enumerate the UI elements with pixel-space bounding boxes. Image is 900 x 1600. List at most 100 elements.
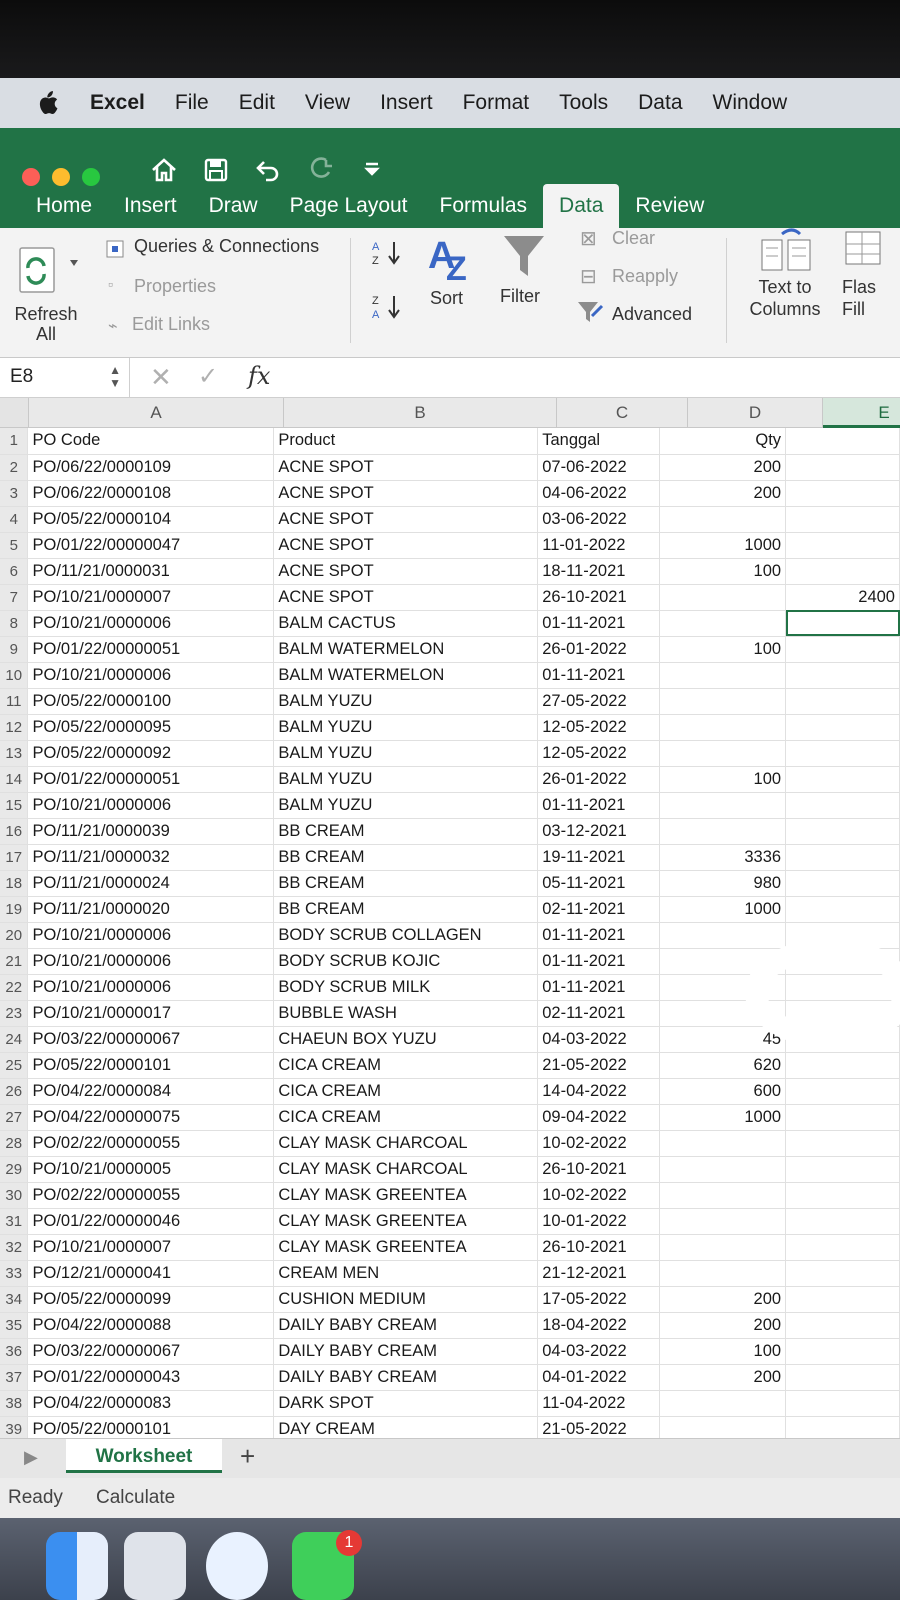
row-header[interactable]: 16 bbox=[0, 818, 29, 845]
cell-po-code[interactable]: PO/04/22/0000088 bbox=[27, 1312, 275, 1339]
cell-tanggal[interactable]: 26-10-2021 bbox=[537, 1156, 661, 1183]
cell-e[interactable] bbox=[785, 844, 900, 871]
row-header[interactable]: 28 bbox=[0, 1130, 29, 1157]
cell-po-code[interactable]: PO/10/21/0000007 bbox=[27, 584, 275, 611]
cell-tanggal[interactable]: 18-11-2021 bbox=[537, 558, 661, 585]
cell-tanggal[interactable]: 26-10-2021 bbox=[537, 584, 661, 611]
cell-product[interactable]: BB CREAM bbox=[273, 870, 539, 897]
row-header[interactable]: 27 bbox=[0, 1104, 29, 1131]
advanced-button[interactable]: Advanced bbox=[612, 304, 692, 325]
cell-product[interactable]: DAILY BABY CREAM bbox=[273, 1312, 539, 1339]
cell-po-code[interactable]: PO/03/22/00000067 bbox=[27, 1026, 275, 1053]
cell-product[interactable]: BB CREAM bbox=[273, 818, 539, 845]
cell-po-code[interactable]: PO Code bbox=[27, 428, 275, 455]
cell-po-code[interactable]: PO/05/22/0000100 bbox=[27, 688, 275, 715]
cell-tanggal[interactable]: 12-05-2022 bbox=[537, 740, 661, 767]
sort-ascending-icon[interactable]: AZ bbox=[370, 236, 406, 272]
cell-tanggal[interactable]: 21-05-2022 bbox=[537, 1052, 661, 1079]
cell-qty[interactable]: 980 bbox=[659, 870, 787, 897]
cell-product[interactable]: BB CREAM bbox=[273, 896, 539, 923]
tab-formulas[interactable]: Formulas bbox=[424, 184, 544, 228]
row-header[interactable]: 5 bbox=[0, 532, 29, 559]
cell-product[interactable]: DARK SPOT bbox=[273, 1390, 539, 1417]
row-header[interactable]: 14 bbox=[0, 766, 29, 793]
row-header[interactable]: 29 bbox=[0, 1156, 29, 1183]
column-header-c[interactable]: C bbox=[557, 398, 688, 428]
cell-qty[interactable] bbox=[659, 1234, 787, 1261]
text-to-columns-button[interactable]: Text to Columns bbox=[744, 276, 826, 320]
cell-product[interactable]: ACNE SPOT bbox=[273, 532, 539, 559]
cell-e[interactable] bbox=[785, 792, 900, 819]
cell-product[interactable]: BALM YUZU bbox=[273, 766, 539, 793]
row-header[interactable]: 36 bbox=[0, 1338, 29, 1365]
cell-e[interactable] bbox=[785, 532, 900, 559]
cell-tanggal[interactable]: 01-11-2021 bbox=[537, 610, 661, 637]
cell-tanggal[interactable]: 01-11-2021 bbox=[537, 922, 661, 949]
sort-descending-icon[interactable]: ZA bbox=[370, 290, 406, 326]
row-header[interactable]: 17 bbox=[0, 844, 29, 871]
cell-qty[interactable]: 200 bbox=[659, 480, 787, 507]
cell-tanggal[interactable]: 21-12-2021 bbox=[537, 1260, 661, 1287]
cell-po-code[interactable]: PO/10/21/0000006 bbox=[27, 792, 275, 819]
cell-e[interactable] bbox=[785, 1286, 900, 1313]
tab-insert[interactable]: Insert bbox=[108, 184, 193, 228]
cell-product[interactable]: CICA CREAM bbox=[273, 1052, 539, 1079]
cell-e[interactable] bbox=[785, 1078, 900, 1105]
cell-qty[interactable] bbox=[659, 1208, 787, 1235]
cell-product[interactable]: CUSHION MEDIUM bbox=[273, 1286, 539, 1313]
clear-button[interactable]: Clear bbox=[612, 228, 655, 249]
cell-e[interactable] bbox=[785, 1208, 900, 1235]
cell-po-code[interactable]: PO/05/22/0000101 bbox=[27, 1052, 275, 1079]
row-header[interactable]: 7 bbox=[0, 584, 29, 611]
cell-qty[interactable]: 200 bbox=[659, 1364, 787, 1391]
cell-product[interactable]: CICA CREAM bbox=[273, 1104, 539, 1131]
cell-qty[interactable]: 200 bbox=[659, 1312, 787, 1339]
apple-icon[interactable] bbox=[34, 90, 60, 116]
row-header[interactable]: 18 bbox=[0, 870, 29, 897]
cell-qty[interactable]: 100 bbox=[659, 766, 787, 793]
row-header[interactable]: 1 bbox=[0, 428, 29, 455]
tab-page-layout[interactable]: Page Layout bbox=[274, 184, 424, 228]
cell-product[interactable]: DAILY BABY CREAM bbox=[273, 1338, 539, 1365]
cell-e[interactable] bbox=[785, 1130, 900, 1157]
cell-qty[interactable]: 1000 bbox=[659, 1104, 787, 1131]
sheet-tab-worksheet[interactable]: Worksheet bbox=[66, 1439, 222, 1473]
row-header[interactable]: 9 bbox=[0, 636, 29, 663]
cell-product[interactable]: CLAY MASK GREENTEA bbox=[273, 1234, 539, 1261]
row-header[interactable]: 20 bbox=[0, 922, 29, 949]
cell-product[interactable]: BODY SCRUB KOJIC bbox=[273, 948, 539, 975]
menu-format[interactable]: Format bbox=[463, 91, 530, 115]
cell-product[interactable]: CLAY MASK GREENTEA bbox=[273, 1208, 539, 1235]
menu-view[interactable]: View bbox=[305, 91, 350, 115]
cell-qty[interactable] bbox=[659, 1130, 787, 1157]
finder-icon[interactable] bbox=[46, 1532, 108, 1600]
cell-po-code[interactable]: PO/03/22/00000067 bbox=[27, 1338, 275, 1365]
cell-product[interactable]: CLAY MASK CHARCOAL bbox=[273, 1156, 539, 1183]
cell-e[interactable] bbox=[785, 896, 900, 923]
menu-window[interactable]: Window bbox=[713, 91, 788, 115]
column-header-b[interactable]: B bbox=[284, 398, 557, 428]
cell-tanggal[interactable]: Tanggal bbox=[537, 428, 661, 455]
cell-tanggal[interactable]: 04-03-2022 bbox=[537, 1338, 661, 1365]
cell-po-code[interactable]: PO/10/21/0000017 bbox=[27, 1000, 275, 1027]
cell-tanggal[interactable]: 01-11-2021 bbox=[537, 974, 661, 1001]
cell-tanggal[interactable]: 01-11-2021 bbox=[537, 948, 661, 975]
cell-tanggal[interactable]: 14-04-2022 bbox=[537, 1078, 661, 1105]
cell-e[interactable] bbox=[785, 870, 900, 897]
row-header[interactable]: 8 bbox=[0, 610, 29, 637]
cell-tanggal[interactable]: 10-02-2022 bbox=[537, 1182, 661, 1209]
cell-tanggal[interactable]: 27-05-2022 bbox=[537, 688, 661, 715]
cell-po-code[interactable]: PO/11/21/0000020 bbox=[27, 896, 275, 923]
cell-e[interactable] bbox=[785, 1104, 900, 1131]
cell-tanggal[interactable]: 11-04-2022 bbox=[537, 1390, 661, 1417]
launchpad-icon[interactable] bbox=[124, 1532, 186, 1600]
cell-tanggal[interactable]: 10-02-2022 bbox=[537, 1130, 661, 1157]
row-header[interactable]: 39 bbox=[0, 1416, 29, 1438]
flash-fill-button[interactable]: Flas Fill bbox=[842, 276, 882, 320]
cell-qty[interactable]: 3336 bbox=[659, 844, 787, 871]
cell-product[interactable]: BALM CACTUS bbox=[273, 610, 539, 637]
menu-edit[interactable]: Edit bbox=[239, 91, 275, 115]
row-header[interactable]: 3 bbox=[0, 480, 29, 507]
menu-file[interactable]: File bbox=[175, 91, 209, 115]
row-header[interactable]: 33 bbox=[0, 1260, 29, 1287]
